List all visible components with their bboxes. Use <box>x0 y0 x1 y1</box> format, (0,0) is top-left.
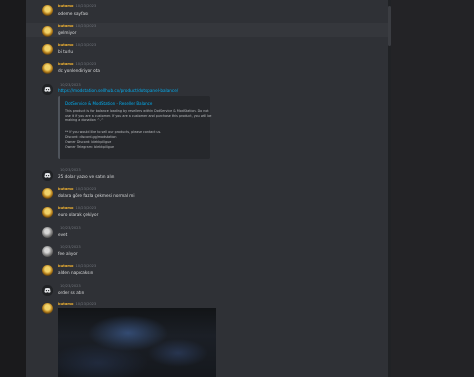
user-avatar[interactable] <box>42 265 53 276</box>
timestamp: 10/23/2023 <box>75 264 97 268</box>
user-avatar[interactable] <box>42 303 53 314</box>
message-text: evet <box>58 232 68 237</box>
timestamp: 10/23/2023 <box>60 168 81 172</box>
username[interactable]: butamo <box>58 24 74 28</box>
message-item[interactable]: butamo 10/23/2023 odeme sayfası <box>26 4 388 22</box>
message-text: order ss atın <box>58 290 85 295</box>
discord-avatar[interactable] <box>42 84 53 95</box>
timestamp: 10/23/2023 <box>75 43 97 47</box>
discord-logo-icon <box>42 84 53 95</box>
message-text: odeme sayfası <box>58 11 89 16</box>
user-avatar[interactable] <box>42 227 53 238</box>
message-text: euro olarak çekiyor <box>58 212 99 217</box>
username[interactable]: butamo <box>58 4 74 8</box>
message-item[interactable]: butamo 10/23/2023 bi turlu <box>26 42 388 58</box>
right-sidebar-panel <box>391 0 474 377</box>
message-item[interactable]: 10/23/2023 order ss atın <box>26 283 388 299</box>
username[interactable]: butamo <box>58 43 74 47</box>
link-embed: DotService & ModStation - Reseller Balan… <box>58 96 211 159</box>
user-avatar[interactable] <box>42 44 53 55</box>
embed-description-line: Discord: discord.gg/modstation <box>65 135 117 139</box>
message-text: dc yonlendiriyor ota <box>58 68 100 73</box>
message-text: fee alıyor <box>58 251 78 256</box>
user-avatar[interactable] <box>42 188 53 199</box>
timestamp: 10/23/2023 <box>60 284 81 288</box>
message-item[interactable]: 10/23/2023 25 dolar yazıo ve satın alın <box>26 168 388 184</box>
embed-description-line: Owner Telegram: blekkpiligue <box>65 145 114 149</box>
user-avatar[interactable] <box>42 246 53 257</box>
username[interactable]: butamo <box>58 187 74 191</box>
username[interactable]: butamo <box>58 302 74 306</box>
timestamp: 10/23/2023 <box>75 62 97 66</box>
embed-description-line: ** If you would like to sell our product… <box>65 130 162 134</box>
username[interactable]: butamo <box>58 206 74 210</box>
embed-description-line: making a donation ^-^ <box>65 118 104 123</box>
timestamp: 10/23/2023 <box>60 245 81 249</box>
message-item-highlighted[interactable]: butamo 10/23/2023 gelmiyor <box>26 23 388 37</box>
product-link[interactable]: https://modstation.sellhub.cx/product/do… <box>58 88 178 94</box>
timestamp: 10/23/2023 <box>75 206 97 210</box>
embed-description-line: Owner Discord: blekkpiligue <box>65 140 112 144</box>
message-text: bi turlu <box>58 49 73 54</box>
timestamp: 10/23/2023 <box>75 187 97 191</box>
timestamp: 10/23/2023 <box>60 226 81 230</box>
timestamp: 10/23/2023 <box>75 24 97 28</box>
user-avatar[interactable] <box>42 63 53 74</box>
message-text: 25 dolar yazıo ve satın alın <box>58 174 115 179</box>
message-item[interactable]: butamo 10/23/2023 dc yonlendiriyor ota <box>26 61 388 77</box>
timestamp: 10/23/2023 <box>75 4 97 8</box>
chat-message-list[interactable]: butamo 10/23/2023 odeme sayfası butamo 10/… <box>26 0 388 377</box>
message-item[interactable]: 10/23/2023 fee alıyor <box>26 244 388 260</box>
timestamp: 10/23/2023 <box>75 302 97 306</box>
user-avatar[interactable] <box>42 5 53 16</box>
timestamp: 10/23/2023 <box>60 83 81 87</box>
message-text: alden napıcaksın <box>58 270 94 275</box>
embed-title[interactable]: DotService & ModStation - Reseller Balan… <box>65 101 152 106</box>
message-text: dolara göre fazla çekmesi normal mi <box>58 193 135 198</box>
discord-avatar[interactable] <box>42 285 53 296</box>
user-avatar[interactable] <box>42 207 53 218</box>
attached-screenshot-image[interactable] <box>58 308 216 377</box>
discord-avatar[interactable] <box>42 170 53 181</box>
discord-logo-icon <box>42 170 53 181</box>
discord-logo-icon <box>42 285 53 296</box>
username[interactable]: butamo <box>58 62 74 66</box>
left-sidebar-strip <box>0 0 26 377</box>
message-text: gelmiyor <box>58 30 77 35</box>
user-avatar[interactable] <box>42 26 53 37</box>
message-item[interactable]: butamo 10/23/2023 alden napıcaksın <box>26 263 388 279</box>
message-item[interactable]: 10/23/2023 evet <box>26 225 388 241</box>
message-item[interactable]: butamo 10/23/2023 euro olarak çekiyor <box>26 205 388 221</box>
message-item[interactable]: butamo 10/23/2023 dolara göre fazla çekme… <box>26 186 388 202</box>
username[interactable]: butamo <box>58 264 74 268</box>
